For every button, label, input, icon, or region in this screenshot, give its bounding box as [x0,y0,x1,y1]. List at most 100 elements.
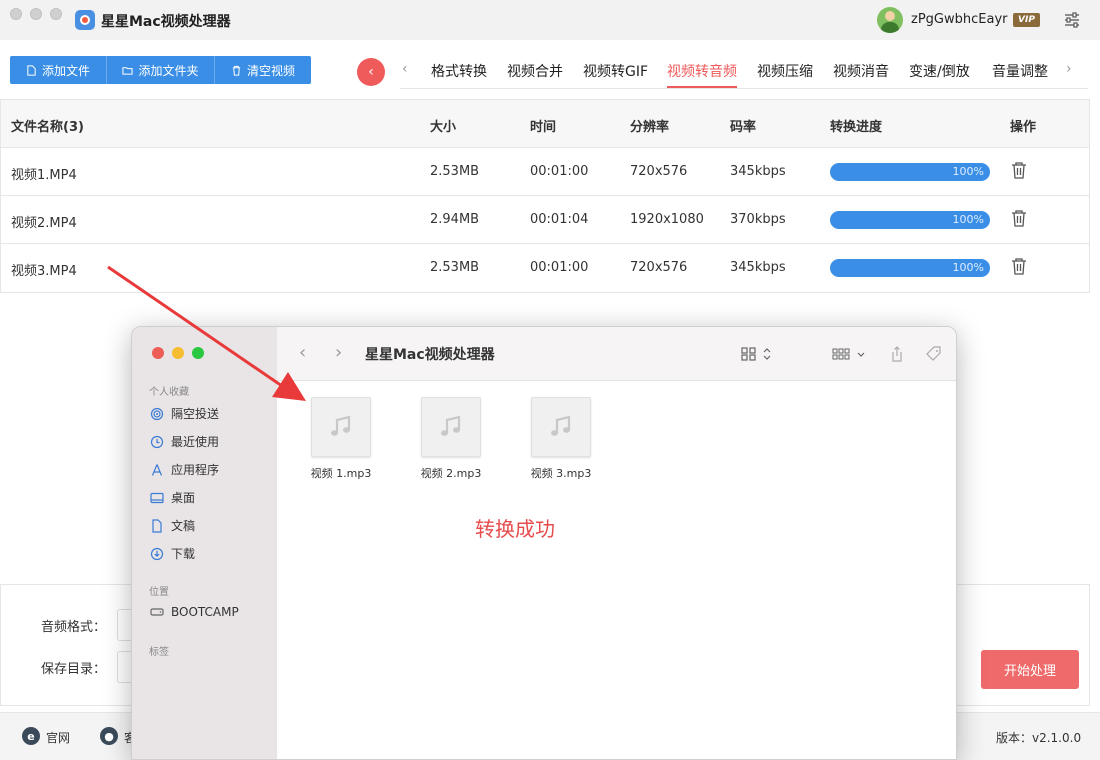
delete-trash-icon[interactable] [1011,257,1027,275]
progress-bar: 100% [830,211,990,229]
sidebar-item-airdrop[interactable]: 隔空投送 [150,405,219,422]
progress-text: 100% [952,165,984,178]
delete-trash-icon[interactable] [1011,161,1027,179]
finder-close-button[interactable] [152,347,164,359]
view-sort-updown-icon[interactable] [761,345,773,363]
header-time: 时间 [530,120,557,135]
file-item[interactable]: 视频 2.mp3 [411,397,491,481]
chevron-down-icon[interactable] [855,345,867,363]
sidebar-item-label: BOOTCAMP [171,605,239,619]
finder-title: 星星Mac视频处理器 [365,347,495,363]
add-folder-button[interactable]: 添加文件夹 [107,56,215,84]
website-link[interactable]: 官网 [46,729,70,746]
file-name: 视频 1.mp3 [310,467,372,480]
tabs-scroll-right-icon[interactable]: › [1066,61,1072,77]
folder-icon [122,66,134,75]
sidebar-item-applications[interactable]: 应用程序 [150,461,219,478]
table-row[interactable]: 视频1.MP4 2.53MB 00:01:00 720x576 345kbps … [1,148,1089,196]
row-bitrate: 345kbps [730,260,786,275]
sidebar-item-documents[interactable]: 文稿 [150,517,195,534]
favorites-section-title: 个人收藏 [149,387,189,398]
sidebar-item-desktop[interactable]: 桌面 [150,489,195,506]
tab-video-to-gif[interactable]: 视频转GIF [583,61,648,81]
tags-section-title: 标签 [149,647,169,658]
collapse-back-button[interactable]: ‹ [357,58,385,86]
header-filename: 文件名称(3) [11,120,84,135]
row-bitrate: 370kbps [730,212,786,227]
sidebar-item-recents[interactable]: 最近使用 [150,433,219,450]
tag-icon[interactable] [925,345,943,363]
row-resolution: 1920x1080 [630,212,704,227]
tab-video-to-audio[interactable]: 视频转音频 [667,61,737,81]
share-icon[interactable] [888,345,906,363]
row-time: 00:01:00 [530,260,589,275]
settings-sliders-icon[interactable] [1064,12,1080,28]
delete-trash-icon[interactable] [1011,209,1027,227]
window-minimize-button[interactable] [30,8,42,20]
clear-videos-button[interactable]: 清空视频 [215,56,311,84]
tab-video-merge[interactable]: 视频合并 [507,61,563,81]
website-icon[interactable]: e [22,727,40,745]
sidebar-item-downloads[interactable]: 下载 [150,545,195,562]
add-file-button[interactable]: 添加文件 [10,56,107,84]
progress-text: 100% [952,213,984,226]
start-processing-button[interactable]: 开始处理 [981,650,1079,689]
app-title: 星星Mac视频处理器 [101,14,231,30]
finder-sidebar: 个人收藏 隔空投送 最近使用 应用程序 桌面 文稿 下载 位置 BOOTCAMP… [132,327,277,759]
vip-badge: VIP [1013,13,1040,27]
tab-volume-adjust[interactable]: 音量调整 [992,61,1048,81]
finder-window[interactable]: 个人收藏 隔空投送 最近使用 应用程序 桌面 文稿 下载 位置 BOOTCAMP… [131,326,957,760]
airdrop-icon [150,407,164,420]
file-item[interactable]: 视频 3.mp3 [521,397,601,481]
progress-bar: 100% [830,259,990,277]
tab-format-convert[interactable]: 格式转换 [431,61,487,81]
tab-speed-reverse[interactable]: 变速/倒放 [909,61,970,81]
active-tab-indicator [667,86,737,88]
header-progress: 转换进度 [830,120,883,135]
chevron-left-icon: ‹ [368,64,374,80]
clear-videos-label: 清空视频 [246,63,295,78]
row-time: 00:01:04 [530,212,589,227]
sidebar-item-label: 下载 [171,547,196,561]
version-text: 版本：v2.1.0.0 [996,731,1082,745]
group-view-icon[interactable] [832,345,850,363]
document-icon [152,518,162,533]
file-table: 文件名称(3) 大小 时间 分辨率 码率 转换进度 操作 视频1.MP4 2.5… [0,99,1090,293]
audio-format-label: 音频格式： [41,620,107,635]
row-resolution: 720x576 [630,164,688,179]
window-zoom-button[interactable] [50,8,62,20]
table-row[interactable]: 视频3.MP4 2.53MB 00:01:00 720x576 345kbps … [1,244,1089,292]
app-logo-icon [75,10,95,30]
tab-video-compress[interactable]: 视频压缩 [757,61,813,81]
audio-file-icon [421,397,481,457]
username[interactable]: zPgGwbhcEayr [911,12,1007,27]
tabs-scroll-left-icon[interactable]: ‹ [402,61,408,77]
customer-service-icon[interactable]: ● [100,727,118,745]
forward-chevron-icon[interactable]: › [335,342,342,363]
window-close-button[interactable] [10,8,22,20]
file-item[interactable]: 视频 1.mp3 [301,397,381,481]
back-chevron-icon[interactable]: ‹ [299,342,306,363]
tabs-divider [400,88,1088,89]
row-resolution: 720x576 [630,260,688,275]
file-name: 视频 2.mp3 [420,467,482,480]
finder-zoom-button[interactable] [192,347,204,359]
sidebar-item-label: 最近使用 [171,435,220,449]
row-size: 2.53MB [430,164,480,179]
add-folder-label: 添加文件夹 [138,63,199,78]
row-size: 2.94MB [430,212,480,227]
table-row[interactable]: 视频2.MP4 2.94MB 00:01:04 1920x1080 370kbp… [1,196,1089,244]
sidebar-item-bootcamp[interactable]: BOOTCAMP [150,605,239,619]
row-filename: 视频3.MP4 [11,264,77,279]
grid-view-icon[interactable] [740,345,758,363]
row-size: 2.53MB [430,260,480,275]
title-bar: 星星Mac视频处理器 zPgGwbhcEayr VIP [0,0,1100,40]
download-icon [150,547,164,560]
tab-video-mute[interactable]: 视频消音 [833,61,889,81]
file-icon [27,64,36,76]
applications-icon [151,463,163,476]
drive-icon [150,608,164,616]
sidebar-item-label: 桌面 [171,491,196,505]
user-avatar[interactable] [877,7,903,33]
finder-minimize-button[interactable] [172,347,184,359]
